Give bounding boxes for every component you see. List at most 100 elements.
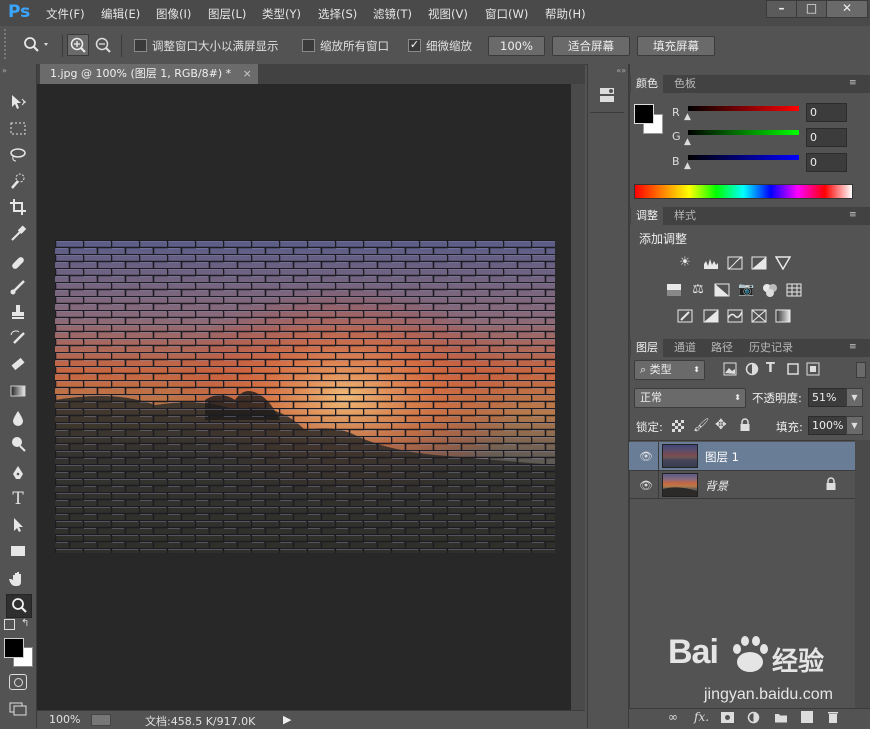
visibility-eye-icon[interactable]: 👁 [639, 480, 653, 491]
hand-tool-icon[interactable] [6, 568, 30, 590]
quick-mask-icon[interactable] [9, 674, 27, 690]
menu-image[interactable]: 图像(I) [156, 6, 191, 22]
rectangle-tool-icon[interactable] [6, 540, 30, 562]
tab-styles[interactable]: 样式 [669, 207, 701, 225]
curves-icon[interactable] [727, 256, 743, 270]
gradient-tool-icon[interactable] [6, 380, 30, 402]
history-panel-icon[interactable] [598, 86, 616, 104]
slider-handle-icon[interactable]: ▲ [684, 137, 691, 147]
fill-screen-button[interactable]: 填充屏幕 [637, 36, 715, 56]
channel-g-input[interactable]: 0 [806, 128, 847, 147]
panel-menu-icon[interactable]: ≡ [849, 78, 857, 88]
lock-transparent-icon[interactable] [672, 420, 684, 432]
fit-screen-button[interactable]: 适合屏幕 [552, 36, 630, 56]
slider-handle-icon[interactable]: ▲ [684, 161, 691, 171]
photo-filter-icon[interactable]: 📷 [738, 283, 754, 297]
channel-g-slider[interactable] [688, 130, 799, 135]
zoom-100-button[interactable]: 100% [488, 36, 545, 56]
channel-r-input[interactable]: 0 [806, 103, 847, 122]
dodge-tool-icon[interactable] [6, 433, 30, 455]
color-balance-icon[interactable]: ⚖ [690, 283, 706, 297]
zoom-out-icon[interactable] [93, 35, 113, 55]
hue-saturation-icon[interactable] [666, 283, 682, 297]
link-icon[interactable]: ∞ [668, 710, 678, 724]
layer-row-layer1[interactable]: 👁 图层 1 [629, 442, 855, 470]
lock-pixels-brush-icon[interactable]: 🖌 [693, 418, 710, 433]
layer-filter-dropdown[interactable]: ⌕ 类型 ⬍ [634, 360, 705, 380]
document-tab[interactable]: 1.jpg @ 100% (图层 1, RGB/8#) * × [40, 64, 258, 84]
fill-input[interactable]: 100% [808, 416, 849, 435]
zoom-tool-icon[interactable] [6, 594, 32, 618]
filter-toggle-switch[interactable] [856, 362, 866, 378]
selective-color-icon[interactable] [751, 309, 767, 323]
zoom-all-checkbox[interactable] [302, 39, 315, 52]
layer-row-background[interactable]: 👁 背景 [629, 470, 855, 499]
layers-scrollbar[interactable] [855, 440, 870, 708]
menu-view[interactable]: 视图(V) [428, 6, 468, 22]
move-tool-icon[interactable] [6, 91, 30, 113]
options-grip[interactable] [4, 29, 12, 59]
brightness-contrast-icon[interactable]: ☀ [677, 256, 693, 270]
menu-edit[interactable]: 编辑(E) [101, 6, 140, 22]
tab-adjustments[interactable]: 调整 [631, 207, 663, 225]
color-lookup-icon[interactable] [786, 283, 802, 297]
lock-all-icon[interactable] [739, 418, 751, 432]
channel-mixer-icon[interactable] [762, 283, 778, 297]
eyedropper-tool-icon[interactable] [6, 222, 30, 244]
opacity-input[interactable]: 51% [808, 388, 849, 407]
brush-tool-icon[interactable] [6, 276, 30, 298]
layer-name[interactable]: 背景 [705, 478, 728, 494]
tab-swatches[interactable]: 色板 [669, 75, 701, 93]
healing-brush-tool-icon[interactable] [6, 252, 30, 274]
zoom-level[interactable]: 100% [49, 713, 80, 726]
layer-name[interactable]: 图层 1 [705, 449, 739, 465]
scrubby-zoom-checkbox[interactable]: ✓ [408, 39, 421, 52]
filter-adjustment-icon[interactable] [745, 362, 759, 376]
canvas-image[interactable] [55, 240, 555, 553]
pen-tool-icon[interactable] [6, 462, 30, 484]
type-tool-icon[interactable]: T [6, 488, 30, 510]
adjustment-icon[interactable] [747, 711, 760, 724]
close-window-button[interactable]: ✕ [826, 0, 868, 18]
channel-b-input[interactable]: 0 [806, 153, 847, 172]
crop-tool-icon[interactable] [6, 196, 30, 218]
panel-menu-icon[interactable]: ≡ [849, 342, 857, 352]
tab-layers[interactable]: 图层 [631, 339, 663, 357]
screen-mode-icon[interactable] [9, 702, 27, 716]
fx-icon[interactable]: fx. [694, 710, 709, 724]
menu-filter[interactable]: 滤镜(T) [373, 6, 412, 22]
foreground-color-swatch[interactable] [4, 638, 24, 658]
group-icon[interactable] [774, 712, 788, 723]
posterize-icon[interactable] [703, 309, 719, 323]
zoom-tool-preset-icon[interactable] [22, 36, 52, 54]
filter-smart-object-icon[interactable] [806, 362, 820, 376]
fill-dropdown-icon[interactable]: ▼ [846, 416, 863, 435]
menu-select[interactable]: 选择(S) [318, 6, 357, 22]
levels-icon[interactable] [703, 256, 719, 270]
visibility-eye-icon[interactable]: 👁 [639, 451, 653, 462]
tab-color[interactable]: 颜色 [631, 75, 663, 93]
vertical-scrollbar[interactable] [571, 84, 585, 710]
menu-layer[interactable]: 图层(L) [208, 6, 246, 22]
blur-tool-icon[interactable] [6, 407, 30, 429]
quick-selection-tool-icon[interactable] [6, 170, 30, 192]
channel-r-slider[interactable] [688, 106, 799, 111]
trash-icon[interactable] [827, 711, 839, 724]
threshold-icon[interactable] [727, 309, 743, 323]
black-white-icon[interactable] [714, 283, 730, 297]
filter-pixel-icon[interactable] [723, 362, 737, 376]
opacity-dropdown-icon[interactable]: ▼ [846, 388, 863, 407]
eraser-tool-icon[interactable] [6, 353, 30, 375]
menu-help[interactable]: 帮助(H) [545, 6, 586, 22]
swap-colors-icon[interactable]: ↰ [21, 618, 29, 629]
history-brush-tool-icon[interactable] [6, 327, 30, 349]
marquee-tool-icon[interactable] [6, 118, 30, 140]
vibrance-icon[interactable] [774, 256, 792, 271]
channel-b-slider[interactable] [688, 155, 799, 160]
color-fg-swatch[interactable] [634, 104, 654, 124]
filter-shape-icon[interactable] [786, 362, 800, 376]
collapse-arrows-icon[interactable]: » [2, 66, 7, 75]
zoom-in-icon[interactable] [67, 34, 89, 56]
restore-button[interactable]: □ [796, 0, 827, 18]
slider-handle-icon[interactable]: ▲ [684, 112, 691, 122]
